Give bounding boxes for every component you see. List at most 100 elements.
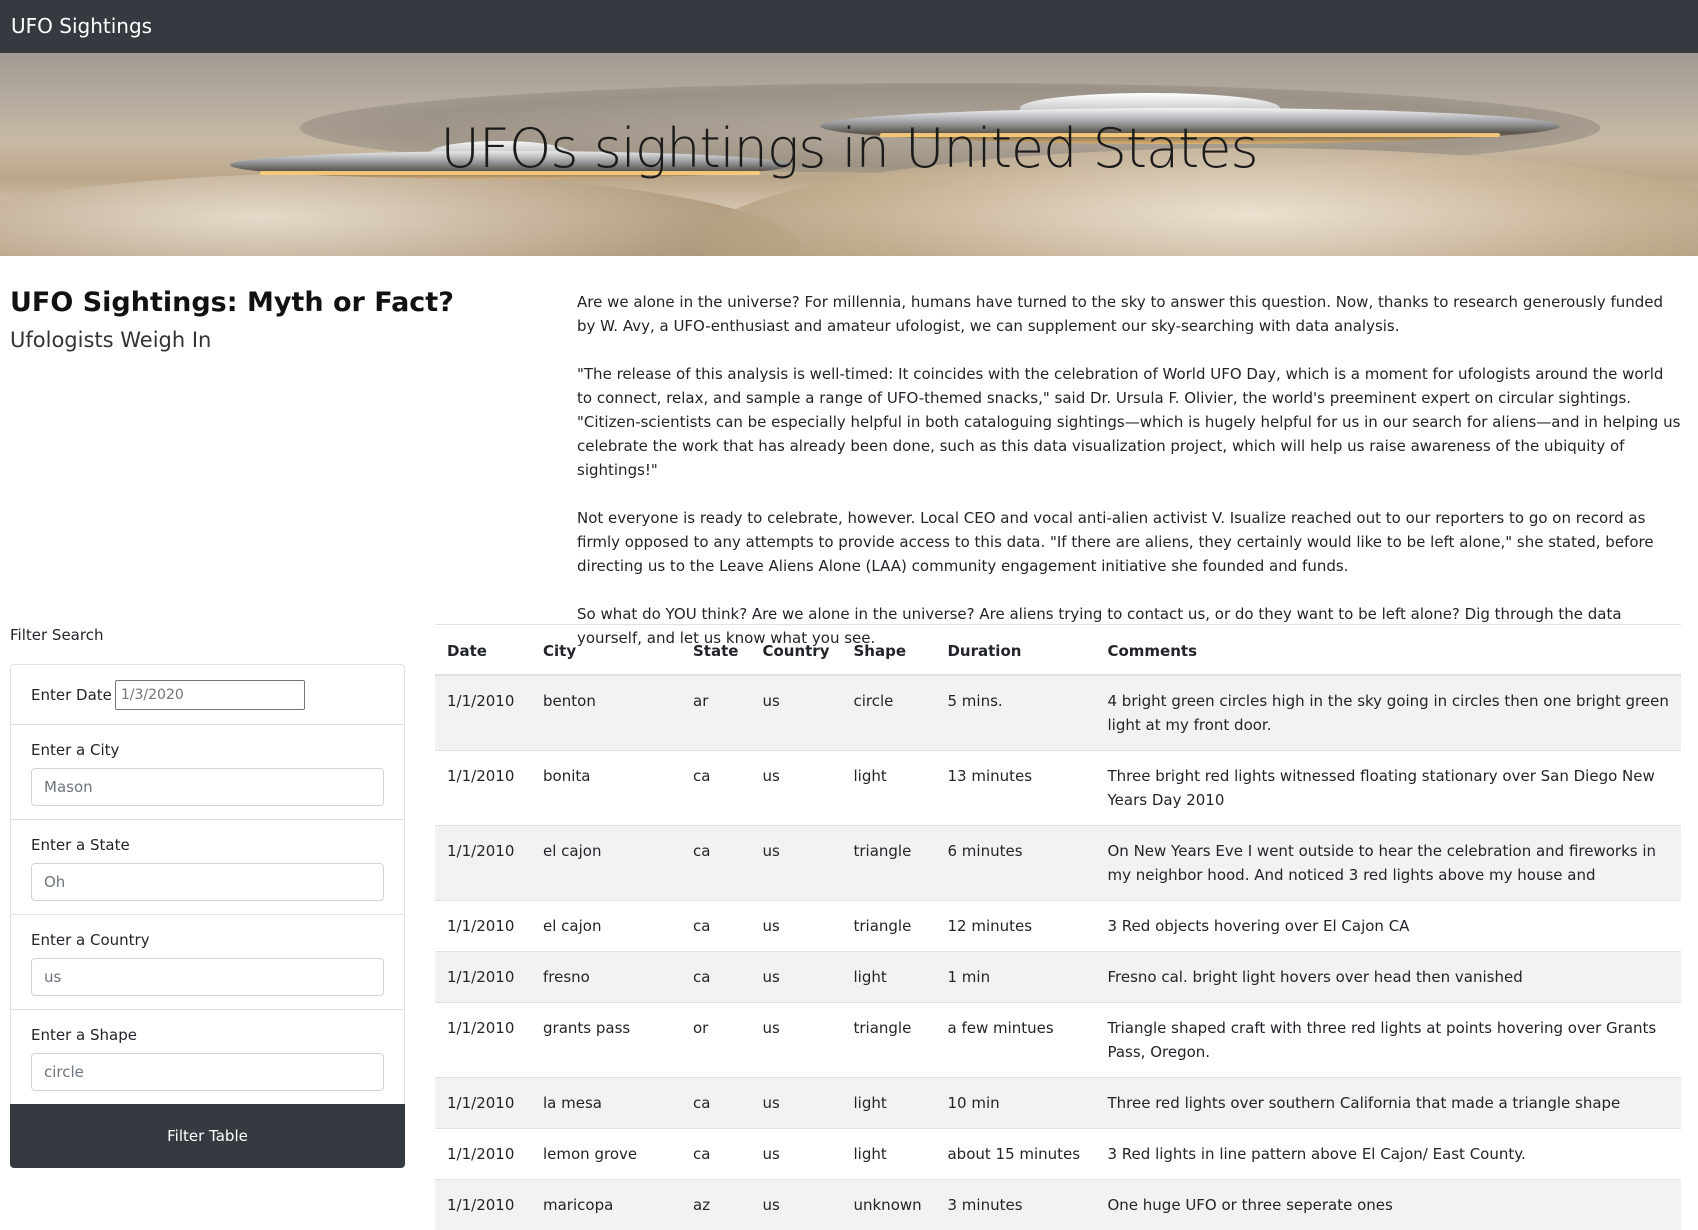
cell-duration: 12 minutes	[935, 899, 1096, 951]
cell-state: ca	[681, 824, 751, 900]
cell-country: us	[750, 899, 842, 951]
cell-date: 1/1/2010	[435, 1178, 531, 1230]
city-input[interactable]: Mason	[31, 768, 384, 806]
cell-comments: 3 Red lights in line pattern above El Ca…	[1095, 1127, 1681, 1179]
hero-banner: UFOs sightings in United States	[0, 53, 1698, 256]
sightings-table-container: Date City State Country Shape Duration C…	[435, 624, 1681, 1230]
cell-shape: light	[841, 950, 936, 1002]
article-heading-sub: Ufologists Weigh In	[10, 328, 212, 352]
table-row: 1/1/2010 la mesa ca us light 10 min Thre…	[435, 1076, 1681, 1128]
cell-comments: Fresno cal. bright light hovers over hea…	[1095, 950, 1681, 1002]
cell-city: grants pass	[531, 1001, 681, 1077]
cell-country: us	[750, 824, 842, 900]
cell-comments: One huge UFO or three seperate ones	[1095, 1178, 1681, 1230]
article-heading: UFO Sightings: Myth or Fact? Ufologists …	[10, 286, 530, 359]
cell-comments: 4 bright green circles high in the sky g…	[1095, 674, 1681, 750]
cell-date: 1/1/2010	[435, 824, 531, 900]
filter-table-button[interactable]: Filter Table	[10, 1104, 405, 1168]
filter-shape-label: Enter a Shape	[31, 1026, 137, 1044]
cell-date: 1/1/2010	[435, 1127, 531, 1179]
filter-date-label: Enter Date	[31, 685, 112, 704]
cell-date: 1/1/2010	[435, 1001, 531, 1077]
cell-duration: about 15 minutes	[935, 1127, 1096, 1179]
table-row: 1/1/2010 fresno ca us light 1 min Fresno…	[435, 950, 1681, 1002]
cell-date: 1/1/2010	[435, 1076, 531, 1128]
table-row: 1/1/2010 el cajon ca us triangle 12 minu…	[435, 899, 1681, 951]
filter-city-item: Enter a City Mason	[11, 725, 404, 820]
date-input[interactable]: 1/3/2020	[114, 679, 305, 710]
header-country: Country	[750, 624, 842, 676]
header-city: City	[531, 624, 681, 676]
table-header-row: Date City State Country Shape Duration C…	[435, 624, 1681, 676]
cell-state: or	[681, 1001, 751, 1077]
navbar: UFO Sightings	[0, 0, 1698, 53]
cell-country: us	[750, 674, 842, 750]
article-paragraph: Not everyone is ready to celebrate, howe…	[577, 509, 1654, 575]
article-heading-main: UFO Sightings: Myth or Fact?	[10, 287, 454, 318]
cell-shape: light	[841, 1127, 936, 1179]
article-body: Are we alone in the universe? For millen…	[577, 290, 1682, 674]
cell-state: ca	[681, 1127, 751, 1179]
cell-state: ca	[681, 950, 751, 1002]
cell-duration: 6 minutes	[935, 824, 1096, 900]
cell-shape: triangle	[841, 899, 936, 951]
table-row: 1/1/2010 grants pass or us triangle a fe…	[435, 1001, 1681, 1077]
filter-state-label: Enter a State	[31, 836, 130, 854]
cell-date: 1/1/2010	[435, 950, 531, 1002]
table-header: Date City State Country Shape Duration C…	[435, 624, 1681, 676]
cell-city: fresno	[531, 950, 681, 1002]
cell-country: us	[750, 1076, 842, 1128]
table-row: 1/1/2010 bonita ca us light 13 minutes T…	[435, 749, 1681, 825]
filter-state-item: Enter a State Oh	[11, 820, 404, 915]
filter-search-title: Filter Search	[10, 626, 104, 644]
filter-panel: Enter Date 1/3/2020 Enter a City Mason E…	[10, 664, 405, 1109]
shape-input[interactable]: circle	[31, 1053, 384, 1091]
table-body: 1/1/2010 benton ar us circle 5 mins. 4 b…	[435, 674, 1681, 1230]
cell-date: 1/1/2010	[435, 674, 531, 750]
header-state: State	[681, 624, 751, 676]
filter-city-label: Enter a City	[31, 741, 120, 759]
cell-city: benton	[531, 674, 681, 750]
cell-duration: a few mintues	[935, 1001, 1096, 1077]
cell-shape: unknown	[841, 1178, 936, 1230]
header-shape: Shape	[841, 624, 936, 676]
header-date: Date	[435, 624, 531, 676]
table-row: 1/1/2010 lemon grove ca us light about 1…	[435, 1127, 1681, 1179]
cell-country: us	[750, 950, 842, 1002]
cell-shape: triangle	[841, 1001, 936, 1077]
cell-comments: Three red lights over southern Californi…	[1095, 1076, 1681, 1128]
cell-comments: 3 Red objects hovering over El Cajon CA	[1095, 899, 1681, 951]
state-input[interactable]: Oh	[31, 863, 384, 901]
cell-city: lemon grove	[531, 1127, 681, 1179]
header-duration: Duration	[935, 624, 1096, 676]
cell-country: us	[750, 1178, 842, 1230]
navbar-brand[interactable]: UFO Sightings	[11, 13, 152, 39]
cell-state: ca	[681, 1076, 751, 1128]
cell-comments: On New Years Eve I went outside to hear …	[1095, 824, 1681, 900]
cell-duration: 5 mins.	[935, 674, 1096, 750]
sightings-table: Date City State Country Shape Duration C…	[435, 624, 1681, 1230]
cell-comments: Triangle shaped craft with three red lig…	[1095, 1001, 1681, 1077]
filter-shape-item: Enter a Shape circle	[11, 1010, 404, 1108]
cell-comments: Three bright red lights witnessed floati…	[1095, 749, 1681, 825]
cell-duration: 1 min	[935, 950, 1096, 1002]
cell-state: ca	[681, 749, 751, 825]
cell-shape: triangle	[841, 824, 936, 900]
cell-duration: 3 minutes	[935, 1178, 1096, 1230]
cell-country: us	[750, 749, 842, 825]
header-comments: Comments	[1095, 624, 1681, 676]
cell-state: ar	[681, 674, 751, 750]
table-row: 1/1/2010 el cajon ca us triangle 6 minut…	[435, 824, 1681, 900]
cell-city: la mesa	[531, 1076, 681, 1128]
filter-country-item: Enter a Country us	[11, 915, 404, 1010]
table-row: 1/1/2010 maricopa az us unknown 3 minute…	[435, 1178, 1681, 1230]
cell-city: el cajon	[531, 899, 681, 951]
hero-background-dune-left	[0, 173, 800, 256]
cell-city: bonita	[531, 749, 681, 825]
cell-duration: 10 min	[935, 1076, 1096, 1128]
country-input[interactable]: us	[31, 958, 384, 996]
cell-state: ca	[681, 899, 751, 951]
cell-shape: circle	[841, 674, 936, 750]
cell-state: az	[681, 1178, 751, 1230]
hero-title: UFOs sightings in United States	[440, 117, 1258, 180]
